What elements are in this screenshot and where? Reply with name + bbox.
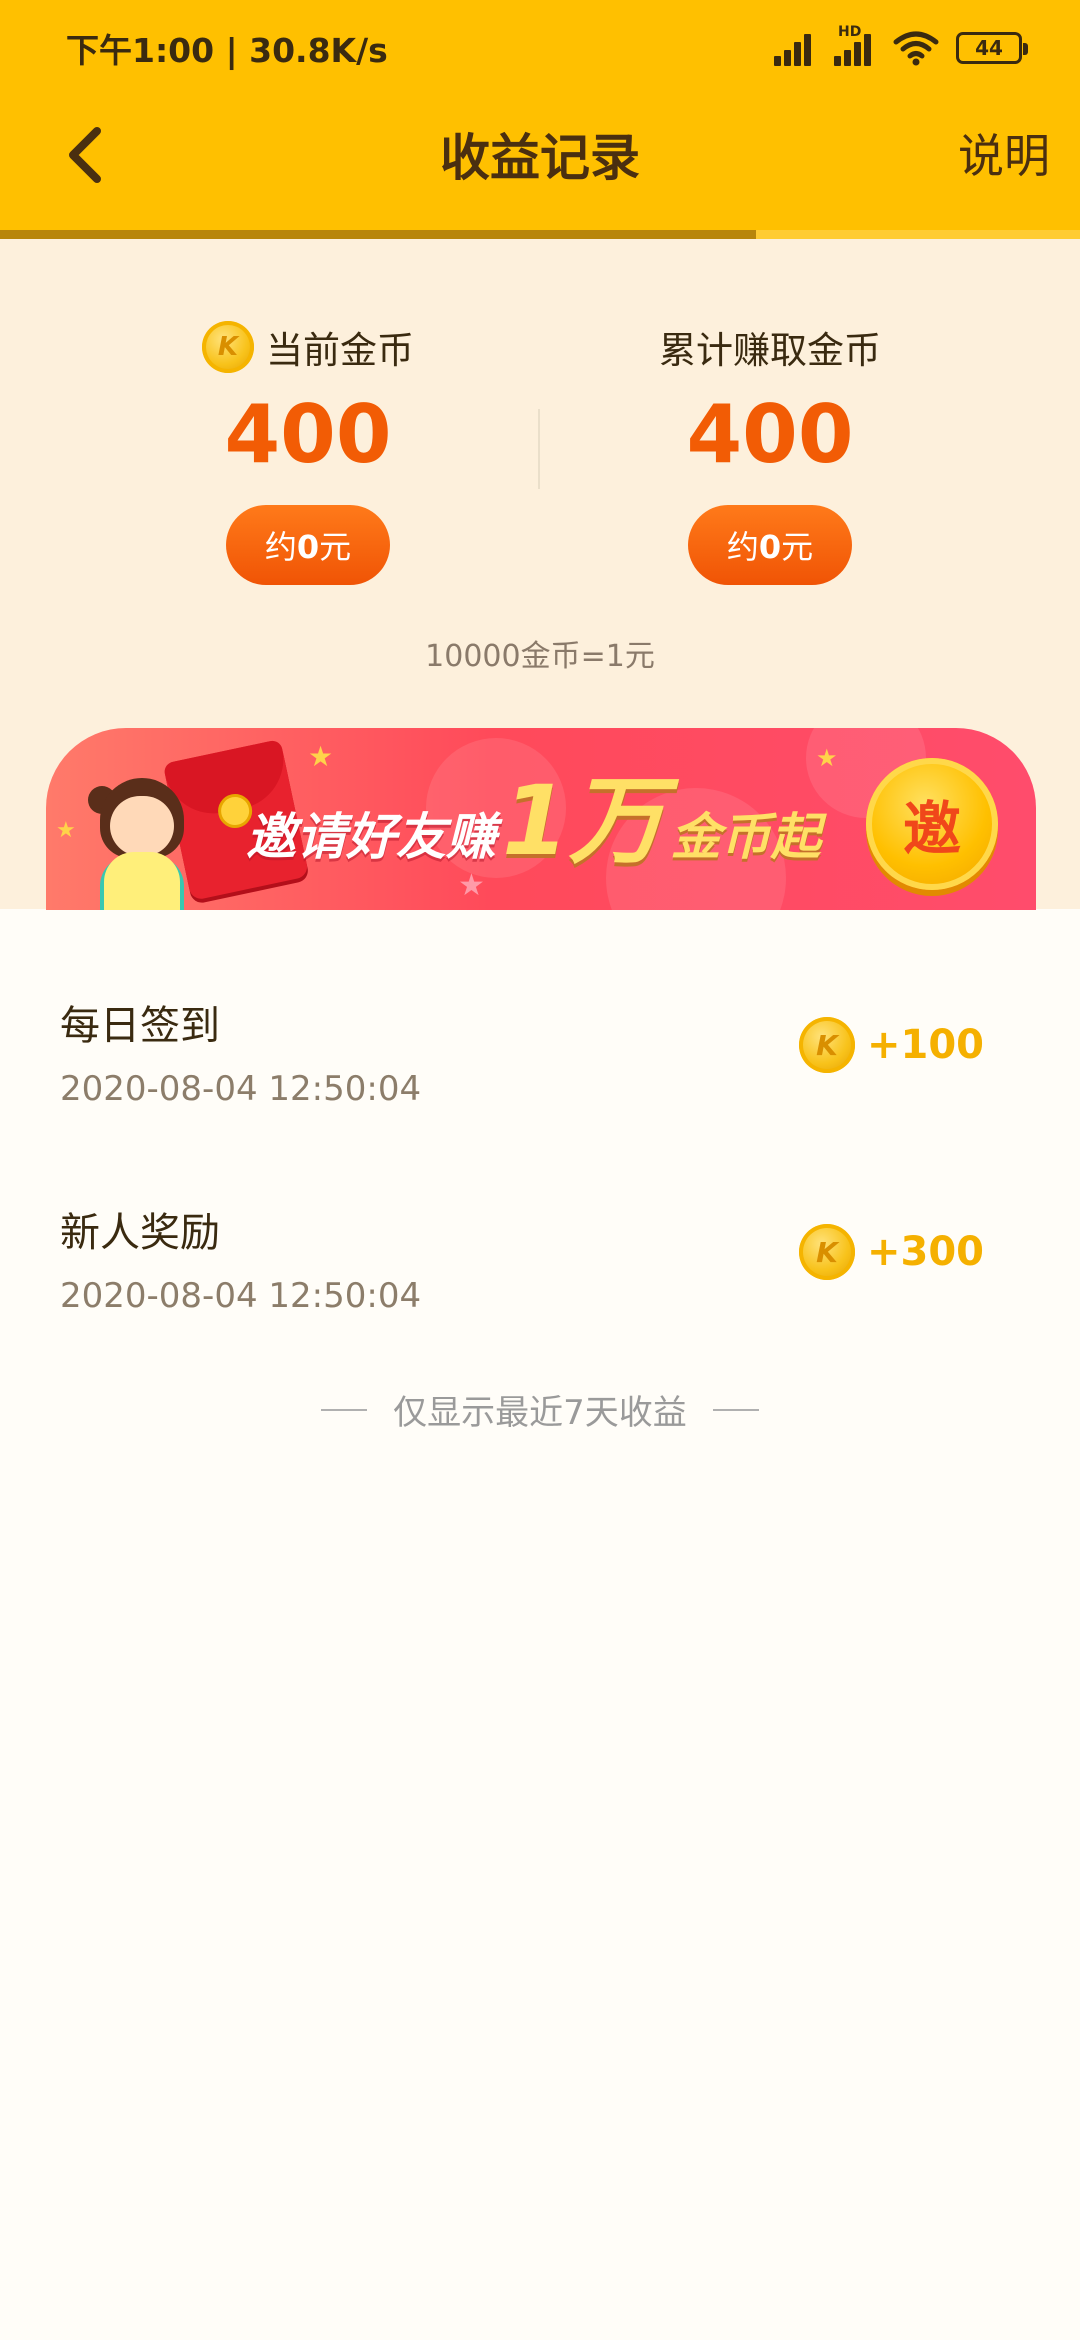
current-coins-label-row: K 当前金币 xyxy=(0,319,616,375)
invite-banner-text-invite: 邀请好友赚 xyxy=(246,808,496,866)
record-amount: K +100 xyxy=(798,1017,984,1073)
total-approx-prefix: 约 xyxy=(726,528,759,566)
total-coins-cash-button[interactable]: 约0元 xyxy=(688,505,852,585)
total-coins-label-row: 累计赚取金币 xyxy=(540,319,1000,375)
load-progress-fill xyxy=(0,230,756,239)
divider-line xyxy=(321,1408,368,1411)
record-amount: K +300 xyxy=(798,1224,984,1280)
list-item: 新人奖励 2020-08-04 12:50:04 K +300 xyxy=(0,1116,1080,1323)
exchange-rate: 10000金币=1元 xyxy=(425,639,655,674)
record-amount-value: +100 xyxy=(866,1022,984,1068)
coin-icon: K xyxy=(798,1224,855,1280)
current-approx-prefix: 约 xyxy=(264,528,297,566)
total-approx-suffix: 元 xyxy=(781,528,814,566)
status-time-speed: 下午1:00 | 30.8K/s xyxy=(66,31,388,70)
current-coins-panel: K 当前金币 400 约0元 xyxy=(0,319,616,585)
footer-note: 仅显示最近7天收益 xyxy=(0,1385,1080,1434)
invite-banner-text-tail: 金币起 xyxy=(670,808,821,866)
total-coins-label: 累计赚取金币 xyxy=(659,329,881,372)
star-icon: ★ xyxy=(816,744,838,772)
signal-icon xyxy=(772,30,816,66)
girl-illustration xyxy=(82,778,202,910)
status-bar: 下午1:00 | 30.8K/s HD 44 xyxy=(0,0,1080,100)
app-screen: 下午1:00 | 30.8K/s HD 44 收益记录 说明 K 当前金币 40… xyxy=(0,0,1080,2340)
earnings-list: 每日签到 2020-08-04 12:50:04 K +100 新人奖励 202… xyxy=(0,909,1080,1323)
header: 下午1:00 | 30.8K/s HD 44 收益记录 说明 xyxy=(0,0,1080,230)
star-icon: ★ xyxy=(458,868,485,903)
record-time: 2020-08-04 12:50:04 xyxy=(60,1276,422,1316)
total-coins-value: 400 xyxy=(686,388,854,481)
record-amount-value: +300 xyxy=(866,1229,984,1275)
invite-banner-text-amount: 1万 xyxy=(502,765,665,877)
battery-level: 44 xyxy=(975,36,1003,60)
record-title: 每日签到 xyxy=(60,1003,220,1049)
divider-line xyxy=(712,1408,759,1411)
coin-icon: K xyxy=(202,321,254,373)
current-coins-cash-button[interactable]: 约0元 xyxy=(226,505,390,585)
total-coins-panel: 累计赚取金币 400 约0元 xyxy=(540,319,1000,585)
current-coins-label: 当前金币 xyxy=(266,329,414,372)
help-link[interactable]: 说明 xyxy=(958,120,1050,186)
battery-icon: 44 xyxy=(956,32,1028,64)
load-progress-bar xyxy=(0,230,1080,239)
invite-banner-text: 邀请好友赚 1万 金币起 xyxy=(246,765,821,877)
status-icons: HD 44 xyxy=(772,24,1028,68)
total-approx-amount: 0 xyxy=(758,528,782,566)
invite-banner[interactable]: ★ ★ ★ ★ 邀请好友赚 1万 金币起 邀 xyxy=(46,728,1036,910)
signal-hd-icon: HD xyxy=(832,24,876,66)
list-item: 每日签到 2020-08-04 12:50:04 K +100 xyxy=(0,909,1080,1116)
page-title: 收益记录 xyxy=(440,129,640,187)
record-title: 新人奖励 xyxy=(60,1210,220,1256)
invite-button[interactable]: 邀 xyxy=(866,758,998,890)
coin-icon: K xyxy=(798,1017,855,1073)
star-icon: ★ xyxy=(308,740,334,773)
current-approx-suffix: 元 xyxy=(319,528,352,566)
record-time: 2020-08-04 12:50:04 xyxy=(60,1069,422,1109)
footer-note-text: 仅显示最近7天收益 xyxy=(393,1393,687,1433)
current-approx-amount: 0 xyxy=(296,528,320,566)
hd-label: HD xyxy=(838,24,862,40)
star-icon: ★ xyxy=(56,818,76,843)
current-coins-value: 400 xyxy=(224,388,392,481)
nav-bar: 收益记录 说明 xyxy=(0,100,1080,230)
wifi-icon xyxy=(893,31,939,66)
